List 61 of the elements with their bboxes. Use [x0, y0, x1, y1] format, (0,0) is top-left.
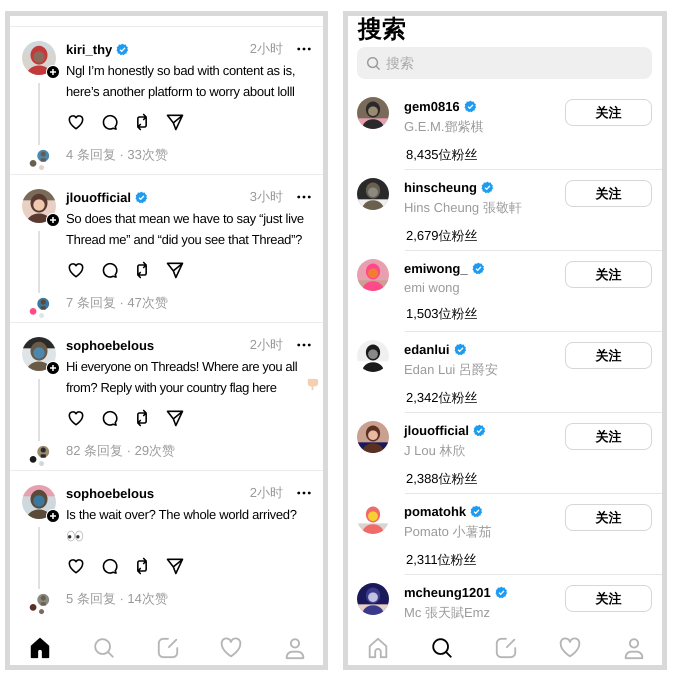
heart-icon[interactable]	[66, 260, 86, 280]
add-icon[interactable]	[46, 213, 60, 227]
search-icon	[366, 56, 381, 71]
username[interactable]: sophoebelous	[66, 486, 154, 500]
follower-count: 2,311位粉丝	[405, 551, 478, 569]
username[interactable]: sophoebelous	[66, 338, 154, 352]
add-icon[interactable]	[46, 509, 60, 523]
username[interactable]: jlouofficial	[66, 190, 131, 204]
follower-count: 2,388位粉丝	[405, 470, 479, 488]
username[interactable]: kiri_thy	[66, 42, 112, 56]
add-icon[interactable]	[46, 65, 60, 79]
follower-count: 2,342位粉丝	[405, 389, 479, 407]
follower-count: 1,503位粉丝	[405, 305, 479, 323]
send-icon[interactable]	[165, 408, 185, 428]
send-icon[interactable]	[165, 556, 185, 576]
send-icon[interactable]	[165, 260, 185, 280]
post-text: Ngl I’m honestly so bad with content as is, here’s another platform to worry about lolll	[66, 63, 296, 99]
full-name: Pomato 小薯茄	[404, 523, 492, 541]
username[interactable]: hinscheung	[404, 180, 477, 194]
follow-button[interactable]: 关注	[565, 504, 652, 531]
more-icon[interactable]	[297, 195, 311, 199]
home-icon[interactable]	[28, 636, 52, 660]
follow-button[interactable]: 关注	[565, 342, 652, 369]
page-title: 搜索	[358, 16, 407, 44]
follow-button[interactable]: 关注	[565, 99, 652, 126]
follow-button[interactable]: 关注	[565, 180, 652, 207]
more-icon[interactable]	[297, 343, 311, 347]
heart-icon[interactable]	[66, 408, 86, 428]
full-name: G.E.M.鄧紫棋	[404, 118, 484, 136]
username[interactable]: emiwong_	[404, 260, 468, 276]
eyes-icon	[66, 530, 84, 542]
username[interactable]: pomatohk	[404, 504, 466, 518]
post-time: 2小时	[250, 40, 283, 58]
post-text: Is the wait over? The whole world arrived?	[66, 507, 297, 522]
post-time: 2小时	[250, 484, 283, 502]
username[interactable]: jlouofficial	[404, 422, 469, 438]
follow-button[interactable]: 关注	[565, 261, 652, 288]
send-icon[interactable]	[165, 112, 185, 132]
full-name: emi wong	[404, 280, 461, 295]
follower-count: 2,679位粉丝	[405, 227, 479, 245]
follower-count: 8,435位粉丝	[405, 146, 479, 164]
username[interactable]: edanlui	[404, 342, 450, 356]
post-time: 3小时	[250, 188, 283, 206]
add-icon[interactable]	[46, 361, 60, 375]
full-name: J Lou 林欣	[404, 442, 466, 460]
full-name: Mc 張天賦Emz	[404, 604, 491, 622]
more-icon[interactable]	[297, 491, 311, 495]
more-icon[interactable]	[297, 47, 311, 51]
heart-icon[interactable]	[66, 556, 86, 576]
heart-icon[interactable]	[66, 112, 86, 132]
username[interactable]: mcheung1201	[404, 584, 491, 600]
username[interactable]: gem0816	[404, 98, 460, 114]
post-text: So does that mean we have to say “just live Thread me” and “did you see that Thread”?	[66, 211, 304, 247]
full-name: Hins Cheung 張敬軒	[404, 199, 523, 217]
full-name: Edan Lui 呂爵安	[404, 361, 499, 379]
post-text: Hi everyone on Threads! Where are you all from? Reply with your country flag here	[66, 358, 298, 397]
post-time: 2小时	[250, 336, 283, 354]
follow-button[interactable]: 关注	[565, 423, 652, 450]
search-icon[interactable]	[430, 636, 454, 660]
follow-button[interactable]: 关注	[565, 585, 652, 612]
search-field[interactable]: 搜索	[357, 47, 652, 79]
